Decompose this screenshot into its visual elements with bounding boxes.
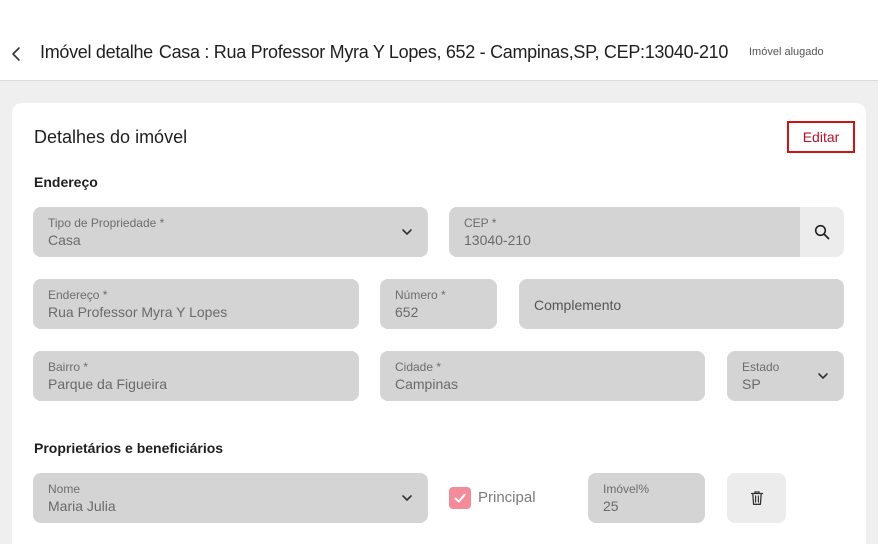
complement-placeholder: Complemento bbox=[534, 297, 622, 313]
edit-button[interactable]: Editar bbox=[787, 121, 855, 153]
state-value: SP bbox=[742, 376, 761, 392]
trash-icon bbox=[750, 491, 763, 505]
property-type-value: Casa bbox=[48, 232, 81, 248]
street-label: Endereço * bbox=[48, 288, 108, 302]
card-title: Detalhes do imóvel bbox=[34, 127, 188, 147]
city-value: Campinas bbox=[395, 376, 459, 392]
page-title-prefix: Imóvel detalhe bbox=[40, 42, 153, 62]
share-value: 25 bbox=[603, 498, 619, 514]
chevron-left-icon bbox=[12, 47, 20, 61]
street-value: Rua Professor Myra Y Lopes bbox=[48, 304, 228, 320]
number-label: Número * bbox=[395, 288, 446, 302]
principal-checkbox[interactable] bbox=[449, 487, 471, 509]
delete-owner-button[interactable] bbox=[727, 473, 786, 523]
back-button[interactable] bbox=[8, 43, 24, 65]
chevron-down-icon bbox=[402, 229, 412, 235]
city-input[interactable]: Cidade * Campinas bbox=[380, 351, 705, 401]
cep-search-button[interactable] bbox=[800, 207, 844, 257]
complement-input[interactable]: Complemento bbox=[519, 279, 844, 329]
share-input[interactable]: Imóvel% 25 bbox=[588, 473, 705, 523]
neighborhood-label: Bairro * bbox=[48, 360, 89, 374]
city-label: Cidade * bbox=[395, 360, 442, 374]
chevron-down-icon bbox=[818, 373, 828, 379]
cep-input[interactable]: CEP * 13040-210 bbox=[449, 207, 800, 257]
number-value: 652 bbox=[395, 304, 419, 320]
owner-name-value: Maria Julia bbox=[48, 498, 116, 514]
status-badge: Imóvel alugado bbox=[749, 46, 824, 58]
chevron-down-icon bbox=[402, 495, 412, 501]
property-type-label: Tipo de Propriedade * bbox=[48, 216, 165, 230]
principal-label: Principal bbox=[478, 489, 536, 506]
state-label: Estado bbox=[742, 360, 780, 374]
cep-label: CEP * bbox=[464, 216, 497, 230]
owners-section-label: Proprietários e beneficiários bbox=[34, 440, 224, 456]
number-input[interactable]: Número * 652 bbox=[380, 279, 497, 329]
cep-value: 13040-210 bbox=[464, 232, 531, 248]
search-icon bbox=[814, 224, 830, 240]
owner-name-label: Nome bbox=[48, 482, 81, 496]
owner-name-select[interactable]: Nome Maria Julia bbox=[33, 473, 428, 523]
neighborhood-value: Parque da Figueira bbox=[48, 376, 168, 392]
page-title-address: Casa : Rua Professor Myra Y Lopes, 652 -… bbox=[158, 42, 729, 62]
state-select[interactable]: Estado SP bbox=[727, 351, 844, 401]
page-title: Imóvel detalhe Casa : Rua Professor Myra … bbox=[40, 42, 728, 63]
top-bar: Imóvel detalhe Casa : Rua Professor Myra … bbox=[0, 0, 878, 81]
share-label: Imóvel% bbox=[603, 482, 650, 496]
street-input[interactable]: Endereço * Rua Professor Myra Y Lopes bbox=[33, 279, 359, 329]
neighborhood-input[interactable]: Bairro * Parque da Figueira bbox=[33, 351, 359, 401]
property-type-select[interactable]: Tipo de Propriedade * Casa bbox=[33, 207, 428, 257]
checkmark-icon bbox=[454, 493, 466, 503]
address-section-label: Endereço bbox=[34, 174, 98, 190]
